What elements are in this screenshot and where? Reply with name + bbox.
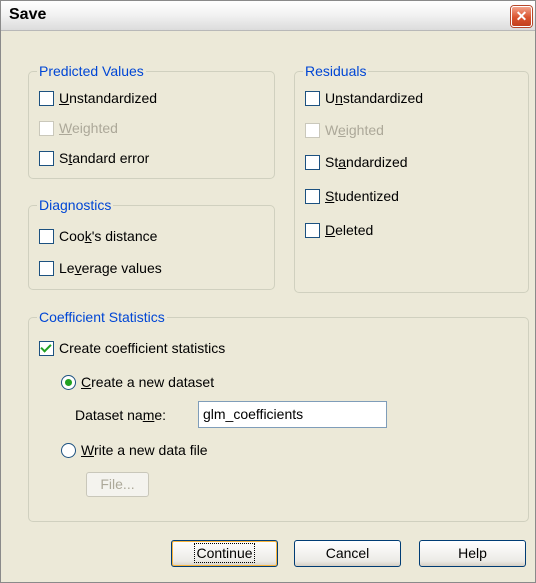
checkbox-box[interactable] <box>305 154 320 170</box>
checkbox-box[interactable] <box>305 222 320 238</box>
residuals-unstandardized-label: Unstandardized <box>325 90 424 106</box>
predicted-weighted-checkbox: Weighted <box>39 120 118 136</box>
predicted-standard-error-checkbox[interactable]: Standard error <box>39 150 149 166</box>
predicted-values-legend: Predicted Values <box>37 63 146 79</box>
checkbox-checked[interactable] <box>39 340 54 356</box>
cooks-distance-checkbox[interactable]: Cook's distance <box>39 228 157 244</box>
predicted-values-group: Predicted Values Unstandardized Weighted… <box>28 63 275 179</box>
radio-selected[interactable] <box>61 374 76 390</box>
residuals-deleted-label: Deleted <box>325 222 374 238</box>
file-button: File... <box>86 472 149 497</box>
predicted-unstandardized-label: Unstandardized <box>59 90 158 106</box>
checkbox-box[interactable] <box>39 150 54 166</box>
cooks-distance-label: Cook's distance <box>59 228 158 244</box>
create-coefficient-statistics-checkbox[interactable]: Create coefficient statistics <box>39 340 225 356</box>
residuals-standardized-checkbox[interactable]: Standardized <box>305 154 408 170</box>
residuals-weighted-label: Weighted <box>325 122 384 138</box>
save-dialog: Save ✕ Predicted Values Unstandardized W… <box>0 0 536 583</box>
predicted-standard-error-label: Standard error <box>59 150 150 166</box>
predicted-weighted-label: Weighted <box>59 120 118 136</box>
checkbox-box[interactable] <box>39 228 54 244</box>
dataset-name-input[interactable]: glm_coefficients <box>198 401 387 428</box>
coefficient-statistics-group: Coefficient Statistics Create coefficien… <box>28 309 529 522</box>
checkbox-box <box>305 122 320 138</box>
dialog-title: Save <box>9 6 47 23</box>
dataset-name-label: Dataset name: <box>75 407 167 423</box>
residuals-group: Residuals Unstandardized Weighted Standa… <box>294 63 529 293</box>
residuals-standardized-label: Standardized <box>325 154 408 170</box>
radio-unselected[interactable] <box>61 442 76 458</box>
leverage-values-label: Leverage values <box>59 260 162 276</box>
residuals-studentized-label: Studentized <box>325 188 399 204</box>
checkbox-box <box>39 120 54 136</box>
residuals-unstandardized-checkbox[interactable]: Unstandardized <box>305 90 423 106</box>
leverage-values-checkbox[interactable]: Leverage values <box>39 260 162 276</box>
checkbox-box[interactable] <box>305 188 320 204</box>
predicted-unstandardized-checkbox[interactable]: Unstandardized <box>39 90 157 106</box>
coefficient-statistics-legend: Coefficient Statistics <box>37 309 167 325</box>
create-new-dataset-radio[interactable]: Create a new dataset <box>61 374 214 390</box>
residuals-weighted-checkbox: Weighted <box>305 122 384 138</box>
create-new-dataset-label: Create a new dataset <box>81 374 215 390</box>
checkbox-box[interactable] <box>39 90 54 106</box>
help-button[interactable]: Help <box>419 540 526 567</box>
write-new-data-file-radio[interactable]: Write a new data file <box>61 442 208 458</box>
residuals-deleted-checkbox[interactable]: Deleted <box>305 222 373 238</box>
write-new-data-file-label: Write a new data file <box>81 442 208 458</box>
continue-button[interactable]: Continue <box>171 540 278 567</box>
diagnostics-legend: Diagnostics <box>37 197 114 213</box>
close-icon[interactable]: ✕ <box>511 6 532 27</box>
checkbox-box[interactable] <box>305 90 320 106</box>
cancel-button[interactable]: Cancel <box>294 540 401 567</box>
title-bar: Save ✕ <box>1 1 535 31</box>
diagnostics-group: Diagnostics Cook's distance Leverage val… <box>28 197 275 290</box>
residuals-studentized-checkbox[interactable]: Studentized <box>305 188 399 204</box>
residuals-legend: Residuals <box>303 63 369 79</box>
create-coefficient-statistics-label: Create coefficient statistics <box>59 340 226 356</box>
checkbox-box[interactable] <box>39 260 54 276</box>
